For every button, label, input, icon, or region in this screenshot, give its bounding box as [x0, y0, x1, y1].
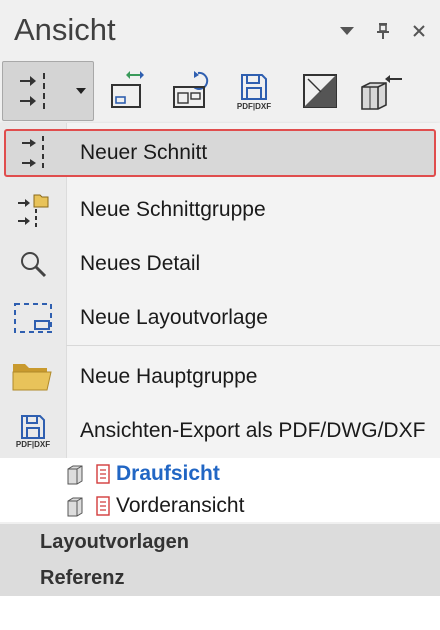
document-icon — [96, 496, 110, 516]
3d-view-button[interactable] — [354, 64, 410, 118]
menu-item-label: Neue Schnittgruppe — [80, 198, 266, 221]
view-3d-icon — [67, 465, 83, 485]
layout-refresh-icon — [173, 71, 209, 108]
new-section-split-button[interactable] — [2, 61, 94, 121]
new-section-button[interactable] — [3, 62, 67, 120]
export-pdf-dxf-button[interactable]: PDF|DXF — [226, 64, 282, 118]
pdf-dxf-label: PDF|DXF — [15, 439, 51, 449]
group-label: Referenz — [40, 567, 125, 589]
tree-item-draufsicht[interactable]: Draufsicht — [66, 458, 220, 490]
save-pdf-dxf-icon — [21, 414, 45, 439]
group-label: Layoutvorlagen — [40, 531, 189, 553]
panel-dropdown-icon[interactable] — [336, 20, 358, 42]
layout-swap-icon — [111, 71, 144, 108]
menu-item-ansichten-export[interactable]: PDF|DXF Ansichten-Export als PDF/DWG/DXF — [0, 404, 440, 458]
new-section-dropdown-menu: Neuer Schnitt Neue Schnittgruppe Neues D… — [0, 123, 440, 459]
tree-item-label: Vorderansicht — [116, 494, 245, 517]
section-arrows-icon — [20, 73, 45, 109]
folder-icon — [12, 364, 52, 391]
close-icon[interactable] — [408, 20, 430, 42]
section-arrows-icon — [22, 136, 44, 170]
magnifier-icon — [21, 252, 47, 278]
pdf-dxf-label: PDF|DXF — [236, 101, 272, 111]
document-icon — [96, 464, 110, 484]
tree-item-vorderansicht[interactable]: Vorderansicht — [66, 490, 244, 522]
menu-item-neue-layoutvorlage[interactable]: Neue Layoutvorlage — [0, 291, 440, 345]
menu-item-neue-schnittgruppe[interactable]: Neue Schnittgruppe — [0, 183, 440, 237]
menu-item-label: Neues Detail — [80, 252, 201, 275]
menu-item-neues-detail[interactable]: Neues Detail — [0, 237, 440, 291]
refresh-layout-button[interactable] — [162, 64, 218, 118]
menu-item-label: Neue Hauptgruppe — [80, 365, 258, 388]
save-pdf-dxf-icon — [241, 73, 267, 100]
3d-view-icon — [361, 75, 402, 110]
menu-item-label: Neue Layoutvorlage — [80, 306, 268, 329]
layout-template-icon — [14, 303, 52, 333]
section-group-icon — [18, 194, 49, 228]
menu-item-label: Neuer Schnitt — [80, 141, 208, 164]
chevron-down-icon[interactable] — [69, 62, 93, 120]
menu-item-label: Ansichten-Export als PDF/DWG/DXF — [80, 419, 426, 442]
group-referenz[interactable]: Referenz — [0, 560, 440, 596]
menu-separator — [66, 345, 440, 346]
shading-button[interactable] — [292, 64, 348, 118]
menu-item-neue-hauptgruppe[interactable]: Neue Hauptgruppe — [0, 350, 440, 404]
view-3d-icon — [67, 497, 83, 517]
pin-icon[interactable] — [372, 20, 394, 42]
group-layoutvorlagen[interactable]: Layoutvorlagen — [0, 524, 440, 560]
menu-item-neuer-schnitt[interactable]: Neuer Schnitt — [4, 129, 436, 177]
tree-item-label: Draufsicht — [116, 462, 220, 485]
shading-icon — [303, 74, 337, 108]
panel-title: Ansicht — [14, 12, 116, 47]
add-layout-button[interactable] — [100, 64, 156, 118]
empty-area — [0, 596, 440, 630]
ansicht-panel: Ansicht PDF|DXF Neuer Schnitt Neue Schni… — [0, 0, 440, 630]
view-tree: Draufsicht Vorderansicht — [0, 458, 440, 522]
